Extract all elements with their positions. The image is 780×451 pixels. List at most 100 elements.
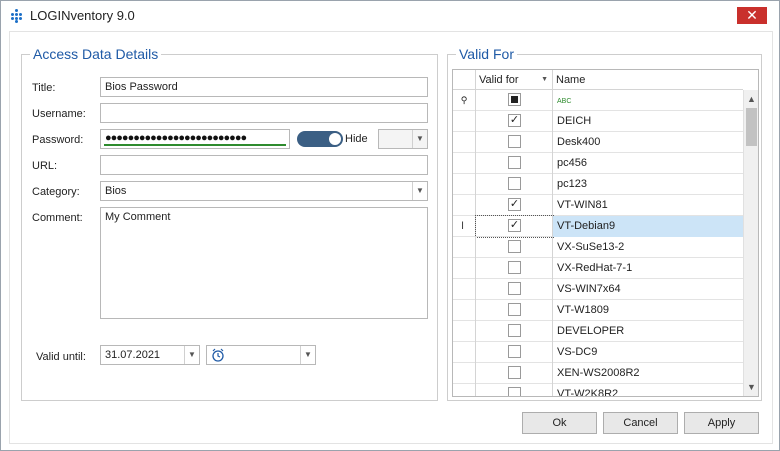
row-indicator: [453, 258, 476, 279]
table-row[interactable]: VS-WIN7x64: [453, 279, 743, 300]
table-row[interactable]: I ✓ VT-Debian9: [453, 215, 743, 238]
title-bar: LOGINventory 9.0 ✕: [1, 1, 779, 30]
table-row[interactable]: VX-RedHat-7-1: [453, 258, 743, 279]
category-value: Bios: [105, 185, 127, 197]
url-input[interactable]: [100, 155, 428, 175]
valid-for-checkbox[interactable]: [508, 345, 521, 358]
password-mask: ●●●●●●●●●●●●●●●●●●●●●●●●●: [105, 132, 247, 144]
valid-for-checkbox[interactable]: [508, 324, 521, 337]
name-cell: Desk400: [557, 136, 601, 148]
table-row[interactable]: XEN-WS2008R2: [453, 363, 743, 384]
valid-until-date[interactable]: 31.07.2021 ▼: [100, 345, 200, 365]
table-row[interactable]: ✓ DEICH: [453, 111, 743, 132]
apply-button[interactable]: Apply: [684, 412, 759, 434]
valid-for-checkbox[interactable]: [508, 240, 521, 253]
chevron-down-icon: ▼: [412, 130, 427, 148]
valid-for-checkbox[interactable]: [508, 156, 521, 169]
table-row[interactable]: VT-W1809: [453, 300, 743, 321]
valid-for-checkbox[interactable]: [508, 135, 521, 148]
row-indicator: [453, 132, 476, 153]
access-data-title: Access Data Details: [30, 46, 162, 62]
filter-checkbox[interactable]: [508, 93, 521, 106]
name-cell: pc456: [557, 157, 587, 169]
pin-icon: ⚲: [453, 90, 476, 111]
valid-for-cell: [476, 174, 553, 195]
comment-textarea[interactable]: My Comment: [100, 207, 428, 319]
valid-for-cell: [476, 300, 553, 321]
valid-for-checkbox[interactable]: ✓: [508, 198, 521, 211]
ok-button[interactable]: Ok: [522, 412, 597, 434]
valid-for-cell: [476, 279, 553, 300]
chevron-down-icon: ▼: [184, 346, 199, 364]
table-row[interactable]: pc456: [453, 153, 743, 174]
row-indicator: [453, 363, 476, 384]
alarm-clock-icon: [211, 348, 225, 365]
valid-for-cell: [476, 132, 553, 153]
password-options-dropdown[interactable]: ▼: [378, 129, 428, 149]
row-indicator: [453, 279, 476, 300]
valid-for-group: Valid For Valid for ▼ Name ⚲ ABC ✓ DEICH…: [447, 46, 762, 401]
name-cell: VT-WIN81: [557, 199, 608, 211]
table-row[interactable]: DEVELOPER: [453, 321, 743, 342]
column-valid-for[interactable]: Valid for ▼: [476, 70, 553, 90]
table-row[interactable]: Desk400: [453, 132, 743, 153]
valid-for-checkbox[interactable]: [508, 366, 521, 379]
valid-for-checkbox[interactable]: [508, 387, 521, 396]
row-indicator: [453, 237, 476, 258]
grid-scrollbar[interactable]: ▲ ▼: [743, 90, 758, 396]
scroll-up-icon[interactable]: ▲: [747, 94, 756, 104]
username-input[interactable]: [100, 103, 428, 123]
column-valid-for-label: Valid for: [479, 74, 519, 86]
table-row[interactable]: ✓ VT-WIN81: [453, 195, 743, 216]
valid-for-cell: ✓: [476, 111, 553, 132]
password-input[interactable]: ●●●●●●●●●●●●●●●●●●●●●●●●●: [100, 129, 290, 149]
table-row[interactable]: VX-SuSe13-2: [453, 237, 743, 258]
name-cell: XEN-WS2008R2: [557, 367, 640, 379]
name-cell: VS-DC9: [557, 346, 598, 358]
valid-for-checkbox[interactable]: [508, 177, 521, 190]
valid-for-checkbox[interactable]: ✓: [508, 219, 521, 232]
title-input[interactable]: Bios Password: [100, 77, 428, 97]
name-cell: VT-W1809: [557, 304, 609, 316]
column-name[interactable]: Name: [553, 70, 743, 90]
row-indicator: [453, 111, 476, 132]
valid-for-title: Valid For: [456, 46, 517, 62]
username-label: Username:: [32, 108, 86, 120]
valid-for-cell: [476, 153, 553, 174]
row-indicator: [453, 384, 476, 396]
valid-for-checkbox[interactable]: [508, 261, 521, 274]
category-select[interactable]: Bios ▼: [100, 181, 428, 201]
valid-for-checkbox[interactable]: ✓: [508, 114, 521, 127]
valid-for-checkbox[interactable]: [508, 303, 521, 316]
valid-for-checkbox[interactable]: [508, 282, 521, 295]
close-button[interactable]: ✕: [737, 7, 767, 24]
name-cell: VX-RedHat-7-1: [557, 262, 633, 274]
row-indicator: [453, 342, 476, 363]
row-indicator: [453, 153, 476, 174]
url-label: URL:: [32, 160, 58, 172]
filter-checkbox-cell[interactable]: [476, 90, 553, 111]
valid-for-cell: [476, 321, 553, 342]
valid-for-cell: ✓: [476, 195, 553, 216]
scroll-down-icon[interactable]: ▼: [747, 382, 756, 392]
dialog-window: LOGINventory 9.0 ✕ Access Data Details T…: [0, 0, 780, 451]
valid-until-time[interactable]: ▼: [206, 345, 316, 365]
hide-toggle[interactable]: [297, 131, 343, 147]
scroll-thumb[interactable]: [746, 108, 757, 146]
cancel-button[interactable]: Cancel: [603, 412, 678, 434]
valid-for-cell: [476, 384, 553, 396]
valid-for-cell: [476, 342, 553, 363]
valid-until-value: 31.07.2021: [105, 349, 161, 361]
table-row[interactable]: VT-W2K8R2: [453, 384, 743, 396]
grid-header: Valid for ▼ Name: [453, 70, 743, 90]
table-row[interactable]: pc123: [453, 174, 743, 195]
category-label: Category:: [32, 186, 80, 198]
valid-for-cell: [476, 258, 553, 279]
row-indicator: I: [453, 216, 476, 237]
text-cursor-icon: I: [461, 220, 465, 232]
table-row[interactable]: VS-DC9: [453, 342, 743, 363]
password-strength-bar: [104, 144, 286, 146]
filter-name-cell[interactable]: ABC: [553, 90, 743, 111]
name-cell: VS-WIN7x64: [557, 283, 621, 295]
chevron-down-icon: ▼: [300, 346, 315, 364]
